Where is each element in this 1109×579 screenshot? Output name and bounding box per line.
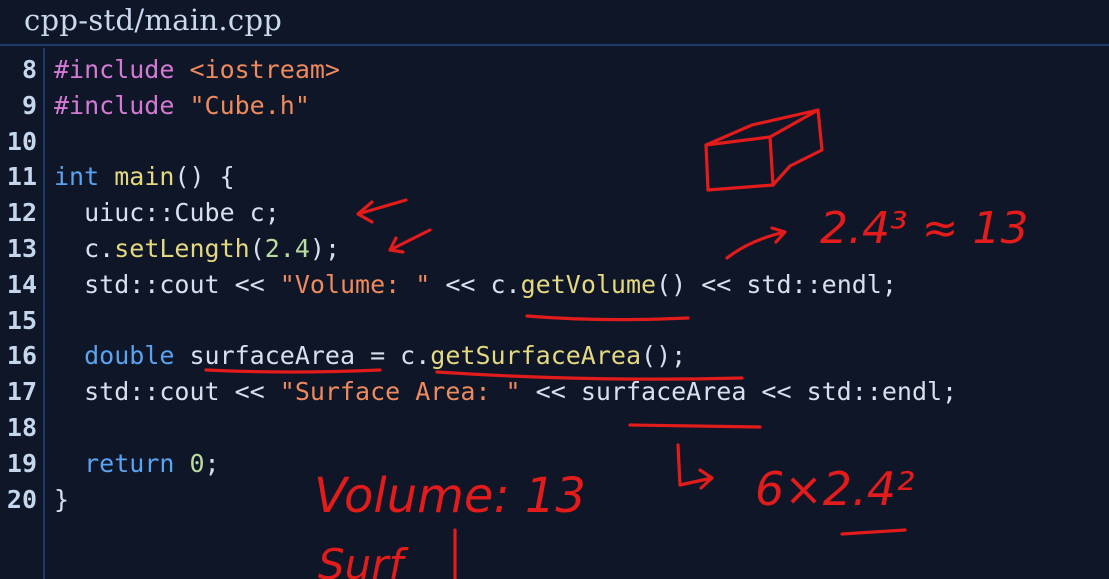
code-token: std::cout <<: [54, 269, 280, 299]
line-number: 11: [6, 162, 37, 192]
line-number: 20: [6, 484, 37, 514]
code-token: <iostream>: [189, 55, 340, 84]
code-token: surfaceArea = c.: [189, 341, 431, 371]
line-number: 16: [6, 341, 37, 371]
code-token: () {: [174, 162, 235, 192]
code-line[interactable]: 19 return 0;: [0, 446, 1109, 482]
code-line[interactable]: 13 c.setLength(2.4);: [0, 231, 1109, 267]
line-number: 17: [6, 377, 37, 407]
line-number: 13: [6, 233, 37, 263]
code-token: double: [84, 341, 190, 371]
code-token: uiuc::Cube c;: [54, 198, 280, 228]
code-editor[interactable]: 8 #include <iostream> 9 #include "Cube.h" 10…: [0, 52, 1109, 517]
line-number: 18: [6, 412, 37, 442]
code-line[interactable]: 12 uiuc::Cube c;: [0, 195, 1109, 231]
file-title: cpp-std/main.cpp: [24, 3, 283, 37]
line-code-text[interactable]: }: [54, 482, 69, 518]
line-code-text[interactable]: int main() {: [54, 159, 235, 195]
code-token: (: [249, 233, 265, 263]
code-token: 2.4: [264, 233, 310, 263]
code-token: ();: [641, 341, 687, 371]
code-token: << surfaceArea << std::endl;: [520, 377, 958, 407]
code-line[interactable]: 8 #include <iostream>: [0, 52, 1109, 88]
line-number: 10: [6, 126, 37, 156]
code-token: c.: [54, 233, 115, 263]
line-code-text[interactable]: #include <iostream>: [54, 52, 340, 88]
file-title-bar: cpp-std/main.cpp: [0, 0, 1109, 46]
code-token: std::cout <<: [54, 377, 280, 407]
code-token: getSurfaceArea: [430, 341, 642, 371]
code-line[interactable]: 16 double surfaceArea = c.getSurfaceArea…: [0, 338, 1109, 374]
code-token: << c.: [430, 269, 521, 299]
underline-squared: [840, 528, 907, 536]
code-token: main: [114, 162, 175, 192]
code-token: "Cube.h": [189, 90, 310, 120]
line-number: 15: [6, 305, 37, 335]
line-number: 19: [6, 448, 37, 478]
line-code-text[interactable]: std::cout << "Surface Area: " << surface…: [54, 374, 957, 410]
line-number: 8: [21, 55, 37, 84]
code-line[interactable]: 20}: [0, 482, 1109, 518]
line-code-text[interactable]: uiuc::Cube c;: [54, 195, 280, 231]
code-token: return: [84, 448, 190, 478]
code-token: "Surface Area: ": [279, 377, 521, 407]
code-token: #include: [54, 55, 190, 84]
line-code-text[interactable]: #include "Cube.h": [54, 88, 310, 124]
code-token: "Volume: ": [279, 269, 431, 299]
code-line[interactable]: 15: [0, 303, 1109, 339]
code-token: () << std::endl;: [656, 269, 897, 299]
code-token: #include: [54, 90, 190, 120]
line-code-text[interactable]: std::cout << "Volume: " << c.getVolume()…: [54, 267, 897, 303]
code-token: setLength: [114, 233, 250, 263]
code-line[interactable]: 10: [0, 124, 1109, 160]
code-token: }: [54, 484, 70, 514]
code-line[interactable]: 9 #include "Cube.h": [0, 88, 1109, 124]
code-token: getVolume: [520, 269, 657, 299]
code-token: int: [54, 162, 115, 192]
line-code-text[interactable]: return 0;: [54, 446, 220, 482]
line-number: 9: [21, 90, 37, 120]
code-line[interactable]: 18: [0, 410, 1109, 446]
code-token: 0: [189, 448, 205, 478]
line-number: 14: [6, 269, 37, 299]
code-token: );: [309, 233, 341, 263]
code-line[interactable]: 17 std::cout << "Surface Area: " << surf…: [0, 374, 1109, 410]
surface-partial-text: Surf: [318, 540, 410, 579]
line-code-text[interactable]: c.setLength(2.4);: [54, 231, 340, 267]
editor-screen: cpp-std/main.cpp 8 #include <iostream> 9 #i…: [0, 0, 1109, 579]
code-line[interactable]: 14 std::cout << "Volume: " << c.getVolum…: [0, 267, 1109, 303]
code-line[interactable]: 11 int main() {: [0, 159, 1109, 195]
line-number: 12: [6, 198, 37, 228]
code-token: ;: [204, 448, 220, 478]
line-code-text[interactable]: double surfaceArea = c.getSurfaceArea();: [54, 338, 686, 374]
